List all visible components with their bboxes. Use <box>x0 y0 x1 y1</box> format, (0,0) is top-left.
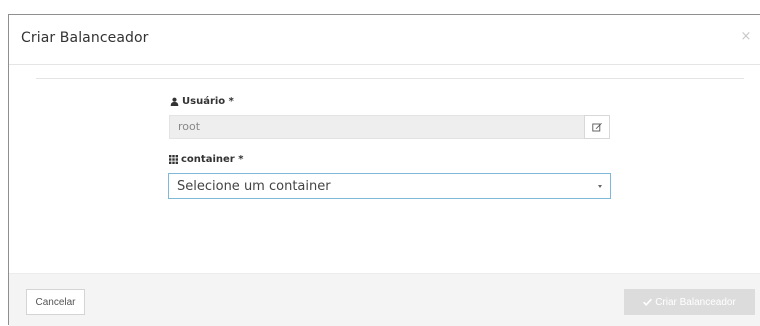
create-balancer-label: Criar Balanceador <box>655 296 736 308</box>
form-divider <box>36 78 744 79</box>
user-input-group: root <box>169 115 610 139</box>
modal-footer: Cancelar Criar Balanceador <box>9 273 760 326</box>
edit-user-button[interactable] <box>584 115 610 139</box>
user-icon <box>170 97 179 106</box>
cancel-button[interactable]: Cancelar <box>26 289 85 315</box>
container-select-value: Selecione um container <box>177 178 331 194</box>
create-balancer-modal: Criar Balanceador × Usuário * root conta… <box>8 14 760 326</box>
close-icon[interactable]: × <box>739 29 753 45</box>
container-label-text: container * <box>181 154 244 165</box>
user-label-text: Usuário * <box>182 96 234 107</box>
grid-icon <box>169 155 178 164</box>
check-icon <box>643 298 653 306</box>
edit-icon <box>592 123 602 132</box>
user-field-label: Usuário * <box>170 96 234 107</box>
user-input[interactable]: root <box>169 115 584 139</box>
container-field-label: container * <box>169 154 243 165</box>
modal-title: Criar Balanceador <box>21 30 149 46</box>
caret-down-icon <box>598 184 602 188</box>
container-select[interactable]: Selecione um container <box>168 173 611 199</box>
create-balancer-button[interactable]: Criar Balanceador <box>624 289 755 315</box>
modal-header: Criar Balanceador × <box>9 15 760 65</box>
